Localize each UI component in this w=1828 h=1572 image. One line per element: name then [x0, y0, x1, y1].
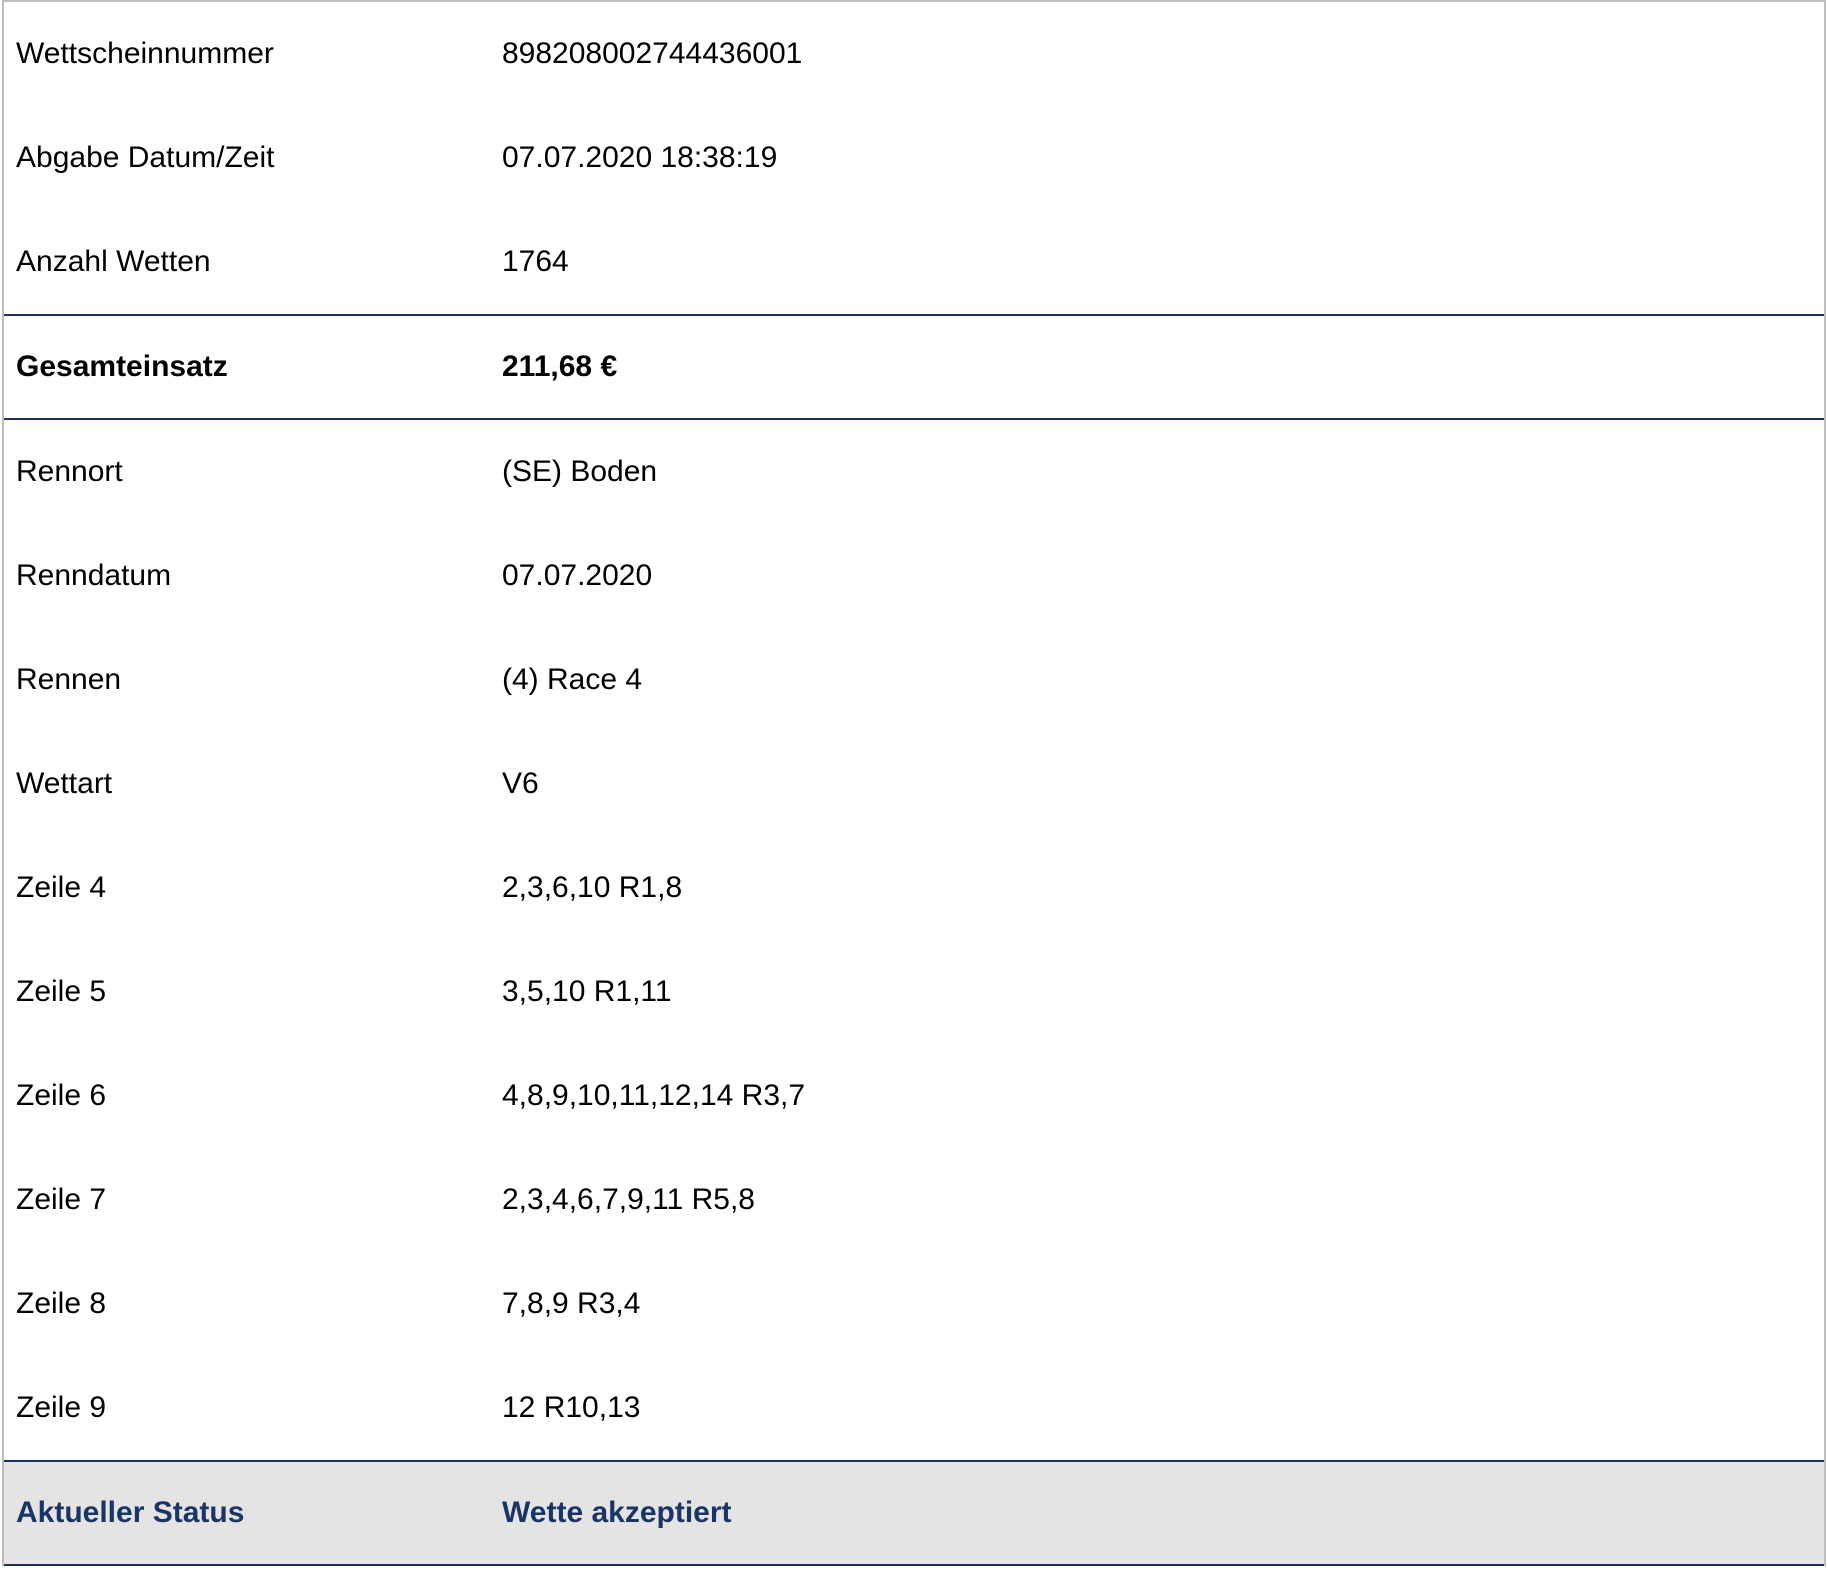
row-submission-datetime: Abgabe Datum/Zeit 07.07.2020 18:38:19 — [4, 106, 1824, 210]
row-value: 2,3,6,10 R1,8 — [502, 871, 683, 904]
row-value: 3,5,10 R1,11 — [502, 975, 672, 1008]
row-value: 898208002744436001 — [502, 37, 803, 70]
bet-ticket-table: Wettscheinnummer 898208002744436001 Abga… — [2, 0, 1826, 1566]
row-race: Rennen (4) Race 4 — [4, 628, 1824, 732]
row-value: 12 R10,13 — [502, 1391, 641, 1424]
row-line-7: Zeile 7 2,3,4,6,7,9,11 R5,8 — [4, 1148, 1824, 1252]
row-label: Zeile 7 — [16, 1183, 107, 1216]
row-label: Rennort — [16, 455, 123, 488]
row-value: (4) Race 4 — [502, 663, 643, 696]
row-current-status: Aktueller Status Wette akzeptiert — [4, 1460, 1824, 1566]
row-value: 07.07.2020 — [502, 559, 653, 592]
row-ticket-number: Wettscheinnummer 898208002744436001 — [4, 2, 1824, 106]
row-line-6: Zeile 6 4,8,9,10,11,12,14 R3,7 — [4, 1044, 1824, 1148]
row-value: 7,8,9 R3,4 — [502, 1287, 641, 1320]
row-label: Zeile 9 — [16, 1391, 107, 1424]
row-line-4: Zeile 4 2,3,6,10 R1,8 — [4, 836, 1824, 940]
total-label: Gesamteinsatz — [16, 350, 228, 383]
row-bet-type: Wettart V6 — [4, 732, 1824, 836]
row-label: Renndatum — [16, 559, 172, 592]
row-label: Wettart — [16, 767, 113, 800]
row-value: (SE) Boden — [502, 455, 658, 488]
row-line-9: Zeile 9 12 R10,13 — [4, 1356, 1824, 1460]
status-value: Wette akzeptiert — [502, 1496, 732, 1529]
row-value: 4,8,9,10,11,12,14 R3,7 — [502, 1079, 806, 1112]
row-label: Abgabe Datum/Zeit — [16, 141, 275, 174]
bet-ticket-page: Wettscheinnummer 898208002744436001 Abga… — [0, 0, 1828, 1572]
row-line-5: Zeile 5 3,5,10 R1,11 — [4, 940, 1824, 1044]
row-value: 2,3,4,6,7,9,11 R5,8 — [502, 1183, 755, 1216]
row-value: 07.07.2020 18:38:19 — [502, 141, 778, 174]
row-bet-count: Anzahl Wetten 1764 — [4, 210, 1824, 314]
row-label: Zeile 8 — [16, 1287, 107, 1320]
row-label: Wettscheinnummer — [16, 37, 274, 70]
row-value: 1764 — [502, 245, 569, 278]
row-race-venue: Rennort (SE) Boden — [4, 420, 1824, 524]
row-label: Zeile 4 — [16, 871, 107, 904]
row-race-date: Renndatum 07.07.2020 — [4, 524, 1824, 628]
row-total-stake: Gesamteinsatz 211,68 € — [4, 314, 1824, 420]
row-label: Anzahl Wetten — [16, 245, 211, 278]
row-value: V6 — [502, 767, 539, 800]
row-label: Rennen — [16, 663, 122, 696]
row-line-8: Zeile 8 7,8,9 R3,4 — [4, 1252, 1824, 1356]
total-value: 211,68 € — [502, 350, 618, 383]
row-label: Zeile 5 — [16, 975, 107, 1008]
status-label: Aktueller Status — [16, 1496, 245, 1529]
row-label: Zeile 6 — [16, 1079, 107, 1112]
